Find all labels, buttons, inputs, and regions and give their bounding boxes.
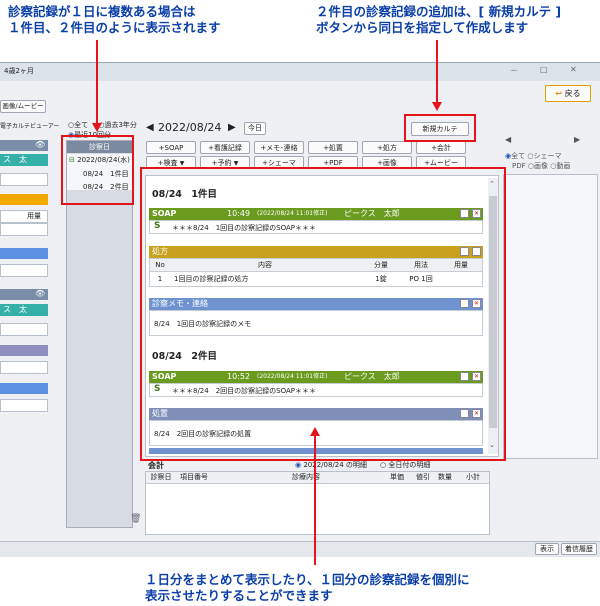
media-next-icon[interactable]: ▶ bbox=[574, 135, 580, 144]
memo-field-2 bbox=[0, 399, 48, 412]
billing-table: 診察日 項目番号 診療内容 単価 値引 数量 小計 bbox=[145, 471, 490, 535]
add-appointment-label: +予約 bbox=[211, 159, 232, 167]
highlight-new-karte bbox=[404, 114, 476, 142]
media-schema-label: シェーマ bbox=[533, 152, 562, 160]
billing-col-price: 単価 bbox=[390, 473, 404, 481]
add-soap-button[interactable]: +SOAP bbox=[146, 141, 196, 154]
memo-bar bbox=[0, 248, 48, 259]
billing-col-subtotal: 小計 bbox=[466, 473, 480, 481]
filter-row-1: ○全て ○過去3年分 bbox=[68, 120, 137, 130]
billing-date-label: 2022/08/24 の明細 bbox=[303, 461, 367, 469]
billing-all-radio[interactable]: ○ bbox=[380, 461, 386, 469]
viewer-label: 電子カルテビューアー bbox=[0, 123, 60, 130]
annotation-top-left-1: 診察記録が１日に複数ある場合は bbox=[8, 4, 196, 19]
media-filter-row-2: PDF ○画像 ○動画 bbox=[512, 161, 570, 171]
media-image-label: 画像 bbox=[533, 162, 548, 170]
billing-col-content: 診療内容 bbox=[292, 473, 320, 481]
billing-col-date: 診察日 bbox=[150, 473, 172, 481]
toolbar-date: 2022/08/24 bbox=[158, 121, 222, 134]
add-procedure-button[interactable]: +処置 bbox=[308, 141, 358, 154]
status-bar: 表示 着信履歴 bbox=[0, 541, 600, 557]
media-video-label: 動画 bbox=[556, 162, 571, 170]
annotation-bottom-2: 表示させたりすることができます bbox=[145, 588, 333, 603]
back-button-label: 戻る bbox=[564, 89, 581, 98]
date-next-icon[interactable]: ▶ bbox=[228, 122, 236, 133]
eye-icon[interactable]: 👁 bbox=[35, 140, 45, 149]
dose-row bbox=[0, 223, 48, 236]
left-panel: 👁 ス 太 用量 👁 ス 太 bbox=[0, 132, 49, 542]
add-memo-button[interactable]: +メモ･連絡 bbox=[254, 141, 304, 154]
back-button[interactable]: ↩ 戻る bbox=[545, 85, 591, 102]
annotation-top-right-2: ボタンから同日を指定して作成します bbox=[316, 20, 529, 35]
tab-media[interactable]: 画像/ムービー bbox=[0, 100, 46, 113]
add-exam-label: +検査 bbox=[157, 159, 178, 167]
patient2-field[interactable] bbox=[0, 323, 48, 336]
add-prescription-button[interactable]: +処方 bbox=[362, 141, 412, 154]
display-button[interactable]: 表示 bbox=[535, 543, 559, 555]
annotation-bottom-1: １日分をまとめて表示したり、１回分の診察記録を個別に bbox=[145, 572, 470, 587]
billing-date-radio[interactable]: ◉ bbox=[295, 461, 301, 469]
billing-col-item: 項目番号 bbox=[180, 473, 208, 481]
close-icon[interactable]: ✕ bbox=[570, 65, 577, 74]
memo-bar-2 bbox=[0, 383, 48, 394]
date-prev-icon[interactable]: ◀ bbox=[146, 122, 154, 133]
today-button[interactable]: 今日 bbox=[244, 122, 266, 135]
minimize-icon[interactable]: － bbox=[510, 65, 518, 76]
billing-title: 会計 bbox=[148, 461, 164, 470]
media-prev-icon[interactable]: ◀ bbox=[505, 135, 511, 144]
highlight-date-list bbox=[61, 135, 134, 205]
arrow-new-karte-head bbox=[432, 102, 442, 111]
filter-past3-label: 過去3年分 bbox=[104, 121, 137, 129]
billing-date-option: ◉ 2022/08/24 の明細 bbox=[295, 460, 367, 470]
dropdown-icon[interactable]: ▼ bbox=[234, 160, 239, 167]
annotation-top-left-2: １件目、２件目のように表示されます bbox=[8, 20, 221, 35]
billing-col-qty: 数量 bbox=[438, 473, 452, 481]
call-history-button[interactable]: 着信履歴 bbox=[561, 543, 597, 555]
media-pdf-label: PDF bbox=[512, 162, 526, 170]
age-label: 4歳2ヶ月 bbox=[4, 67, 34, 75]
title-bar: 4歳2ヶ月 － □ ✕ bbox=[0, 63, 600, 81]
arrow-date-list-head bbox=[92, 123, 102, 132]
media-area bbox=[503, 174, 598, 459]
patient1-field[interactable] bbox=[0, 173, 48, 186]
proc-bar bbox=[0, 345, 48, 356]
add-billing-button[interactable]: +会計 bbox=[416, 141, 466, 154]
patient2-header: 👁 bbox=[0, 289, 48, 300]
billing-all-label: 全日付の明細 bbox=[388, 461, 431, 469]
memo-field bbox=[0, 264, 48, 277]
patient1-header: 👁 bbox=[0, 140, 48, 151]
maximize-icon[interactable]: □ bbox=[540, 65, 548, 74]
patient2-name: ス 太 bbox=[0, 304, 48, 316]
arrow-viewer-line bbox=[314, 435, 316, 565]
arrow-date-list-line bbox=[96, 40, 98, 124]
patient1-bar bbox=[0, 194, 48, 205]
billing-col-discount: 値引 bbox=[416, 473, 430, 481]
billing-panel: 会計 ◉ 2022/08/24 の明細 ○ 全日付の明細 診察日 項目番号 診療… bbox=[145, 459, 599, 539]
back-arrow-icon: ↩ bbox=[555, 89, 563, 98]
billing-all-option: ○ 全日付の明細 bbox=[380, 460, 430, 470]
highlight-record-viewer bbox=[140, 167, 506, 461]
dropdown-icon[interactable]: ▼ bbox=[180, 160, 185, 167]
patient1-name: ス 太 bbox=[0, 154, 48, 166]
filter-all-label: 全て bbox=[74, 121, 89, 129]
arrow-new-karte-line bbox=[436, 40, 438, 103]
annotation-top-right-1: ２件目の診察記録の追加は、[ 新規カルテ ] bbox=[316, 4, 562, 19]
dose-col-header: 用量 bbox=[0, 210, 48, 223]
add-nursing-button[interactable]: +看護記録 bbox=[200, 141, 250, 154]
eye-icon-2[interactable]: 👁 bbox=[35, 289, 45, 298]
trash-icon[interactable]: 🗑 bbox=[130, 514, 141, 524]
media-filter-row-1: ◉全て ○シェーマ bbox=[505, 151, 561, 161]
media-all-label: 全て bbox=[511, 152, 526, 160]
proc-field bbox=[0, 361, 48, 374]
